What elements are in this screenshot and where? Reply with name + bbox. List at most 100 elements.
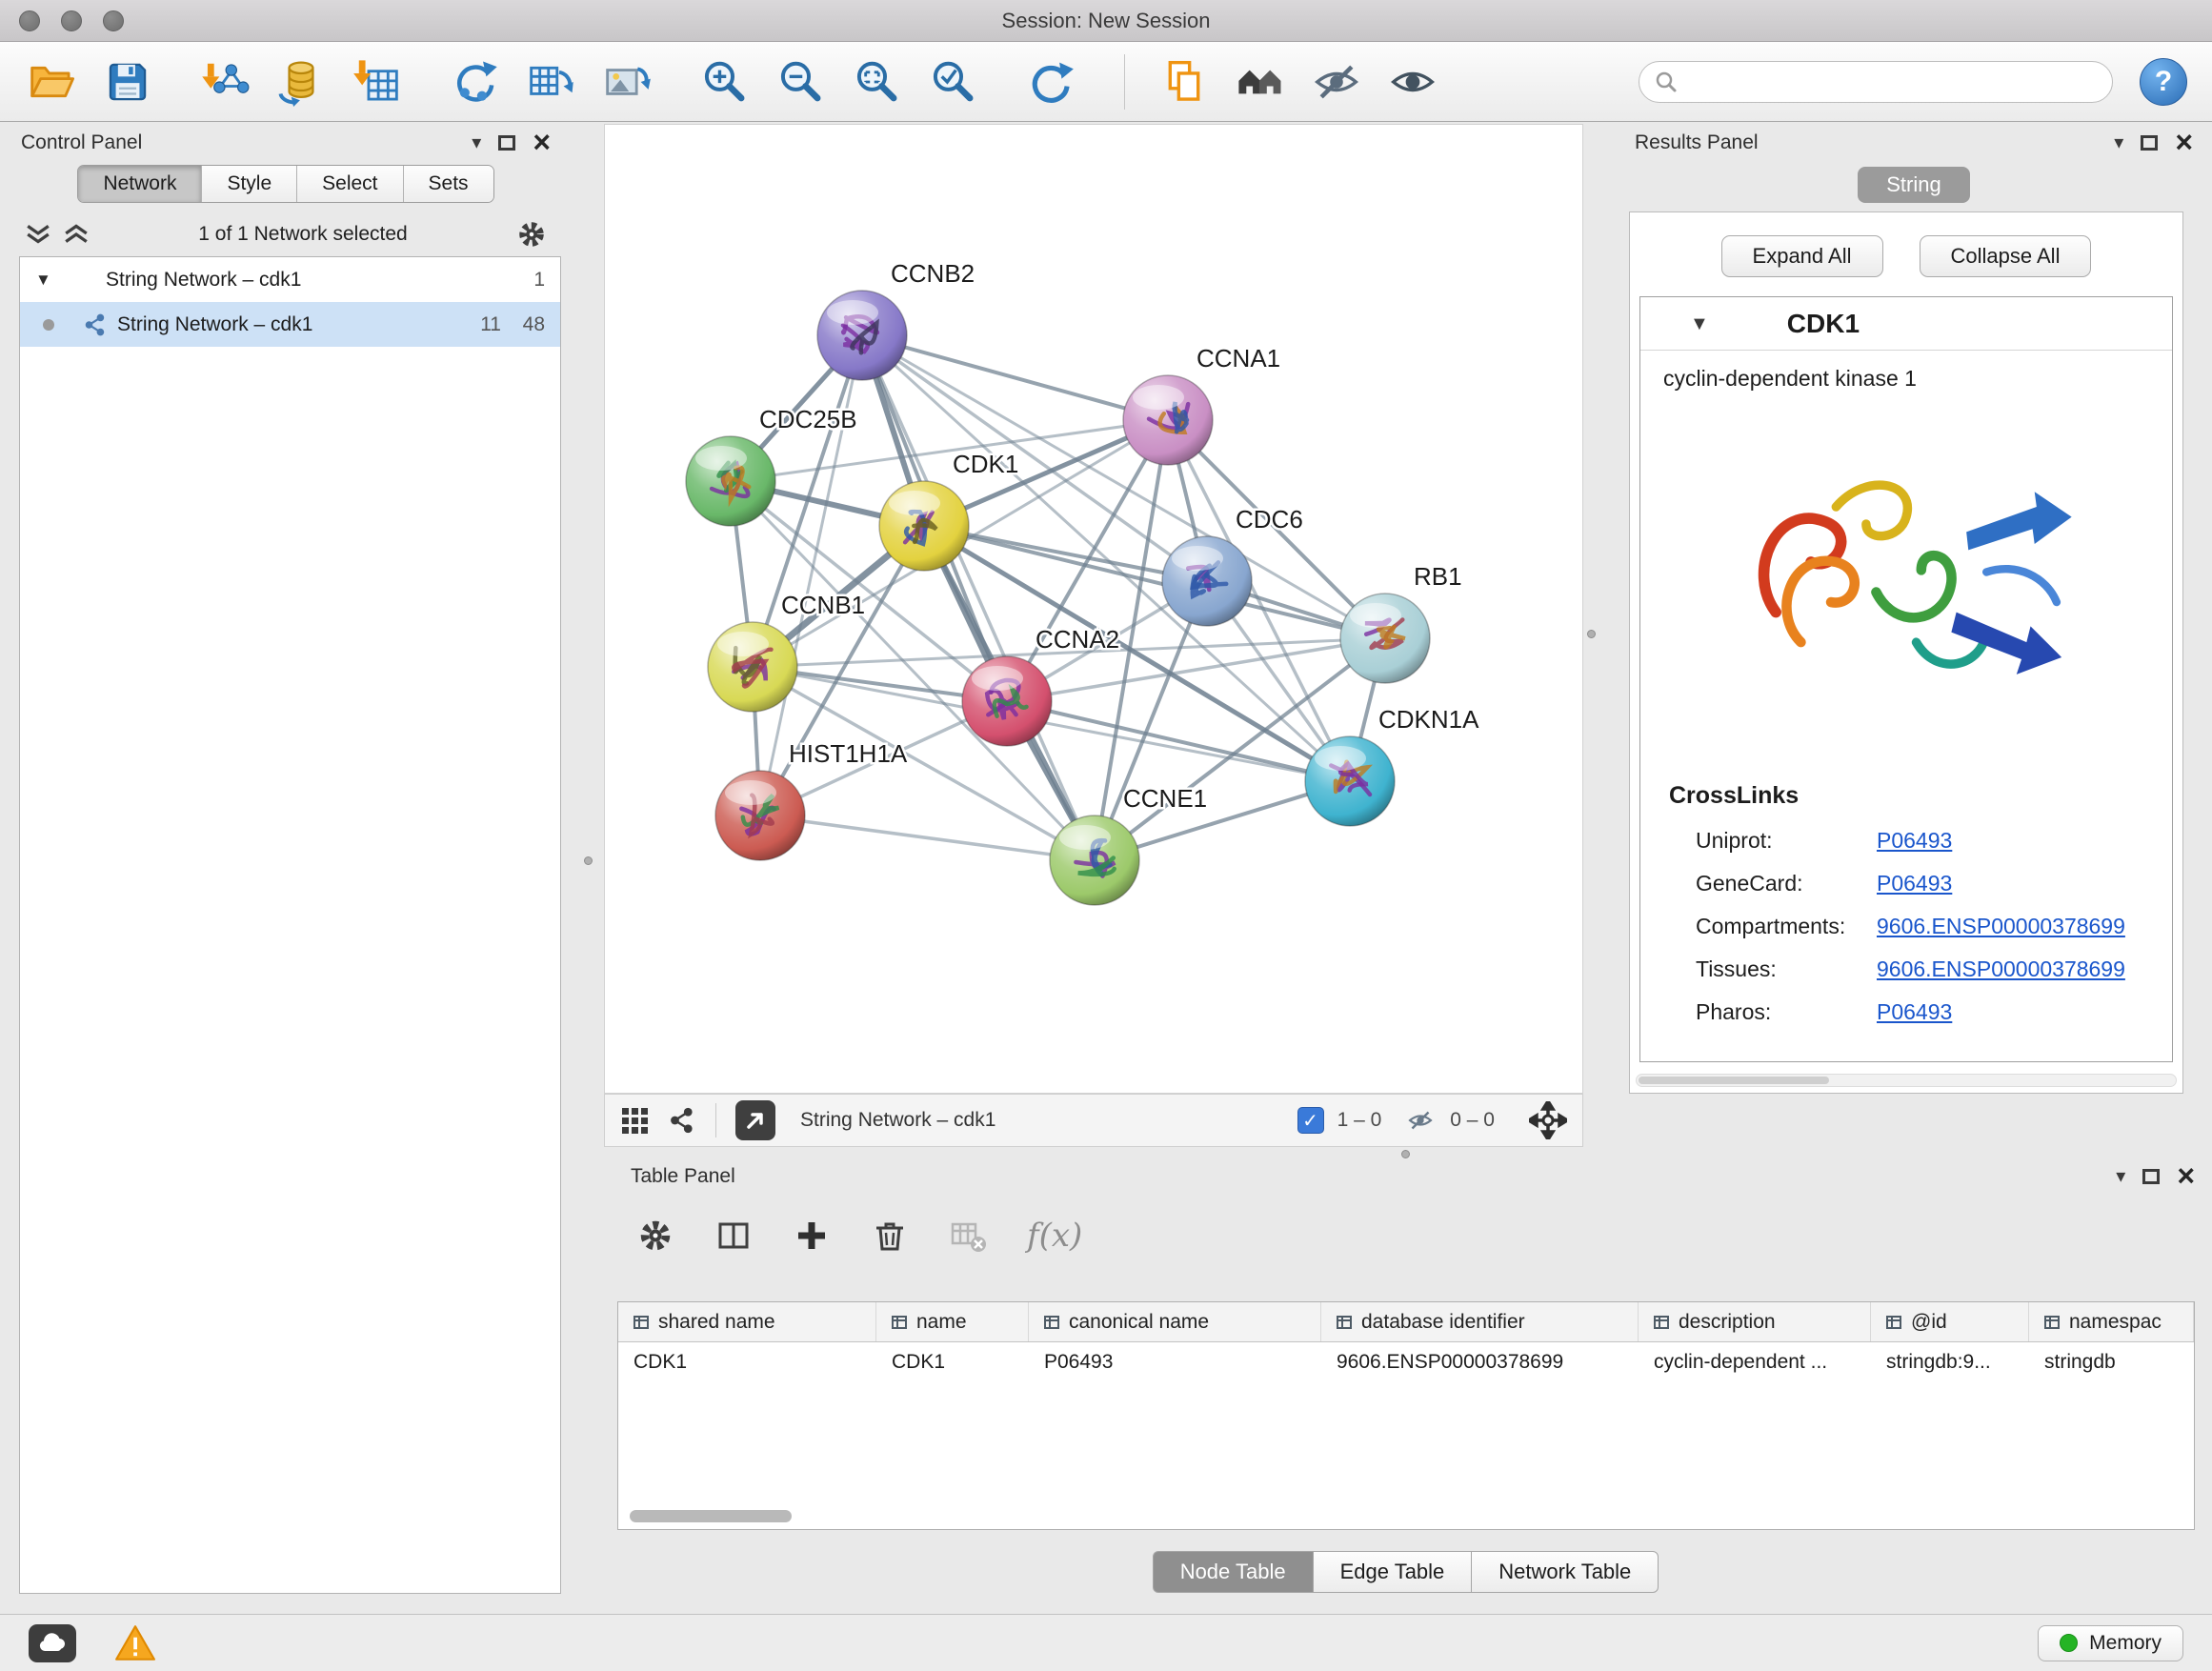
panel-float-icon[interactable]: [2141, 135, 2158, 151]
network-row-selected[interactable]: String Network – cdk1 11 48: [20, 302, 560, 347]
import-table-button[interactable]: [351, 55, 404, 109]
panel-close-icon[interactable]: ×: [2177, 1164, 2195, 1189]
cell-namespace[interactable]: stringdb: [2029, 1342, 2194, 1382]
network-node-CCNE1[interactable]: CCNE1: [1050, 784, 1207, 905]
collapse-all-button[interactable]: Collapse All: [1920, 235, 2092, 277]
zoom-window-button[interactable]: [103, 10, 124, 31]
minimize-window-button[interactable]: [61, 10, 82, 31]
tab-node-table[interactable]: Node Table: [1153, 1551, 1314, 1593]
table-row[interactable]: CDK1 CDK1 P06493 9606.ENSP00000378699 cy…: [618, 1342, 2194, 1382]
copy-button[interactable]: [1157, 55, 1211, 109]
network-tools-button[interactable]: [448, 55, 501, 109]
column-header-namespace[interactable]: namespac: [2029, 1302, 2194, 1341]
cell-shared-name[interactable]: CDK1: [618, 1342, 876, 1382]
panel-float-icon[interactable]: [2142, 1169, 2160, 1184]
search-field[interactable]: [1639, 61, 2113, 103]
tab-edge-table[interactable]: Edge Table: [1313, 1551, 1473, 1593]
zoom-fit-button[interactable]: [850, 55, 903, 109]
column-header-name[interactable]: name: [876, 1302, 1029, 1341]
add-column-icon[interactable]: [793, 1217, 831, 1255]
results-tab-string[interactable]: String: [1858, 167, 1970, 203]
selected-nodes-checkbox[interactable]: ✓: [1297, 1107, 1324, 1134]
bundled-apps-button[interactable]: [1234, 55, 1287, 109]
network-node-CDKN1A[interactable]: CDKN1A: [1305, 705, 1479, 826]
export-image-button[interactable]: [600, 55, 654, 109]
section-expander-icon[interactable]: ▼: [1690, 314, 1709, 333]
collapse-all-icon[interactable]: [25, 224, 51, 245]
crosslink-link[interactable]: P06493: [1877, 999, 1952, 1025]
expand-all-button[interactable]: Expand All: [1721, 235, 1883, 277]
column-header-id[interactable]: @id: [1871, 1302, 2029, 1341]
panel-float-icon[interactable]: [498, 135, 515, 151]
results-horizontal-scrollbar[interactable]: [1636, 1074, 2177, 1087]
zoom-out-button[interactable]: [774, 55, 827, 109]
network-node-CDC25B[interactable]: CDC25B: [686, 405, 857, 526]
gene-section-header[interactable]: ▼ CDK1: [1640, 297, 2172, 351]
cell-description[interactable]: cyclin-dependent ...: [1639, 1342, 1871, 1382]
panel-menu-icon[interactable]: ▾: [472, 133, 481, 152]
crosslink-link[interactable]: P06493: [1877, 828, 1952, 854]
cell-id[interactable]: stringdb:9...: [1871, 1342, 2029, 1382]
network-edge-CCNB2-CCNE1[interactable]: [862, 335, 1095, 860]
cloud-status-button[interactable]: [29, 1624, 76, 1662]
hide-selected-button[interactable]: [1310, 55, 1363, 109]
column-header-canonical-name[interactable]: canonical name: [1029, 1302, 1321, 1341]
panel-close-icon[interactable]: ×: [2175, 131, 2193, 155]
table-horizontal-scrollbar[interactable]: [630, 1510, 792, 1522]
grid-view-icon[interactable]: [620, 1106, 649, 1135]
cell-name[interactable]: CDK1: [876, 1342, 1029, 1382]
save-session-button[interactable]: [101, 55, 154, 109]
tab-sets[interactable]: Sets: [404, 166, 493, 202]
network-canvas[interactable]: CCNB2CCNA1CDC25BCDK1CDC6RB1CCNB1CCNA2CDK…: [605, 125, 1582, 1093]
network-node-CCNB1[interactable]: CCNB1: [708, 591, 865, 712]
warning-icon[interactable]: [114, 1624, 156, 1662]
hidden-eye-icon[interactable]: [1404, 1107, 1437, 1134]
import-network-database-button[interactable]: [274, 55, 328, 109]
cell-database-identifier[interactable]: 9606.ENSP00000378699: [1321, 1342, 1639, 1382]
tab-network[interactable]: Network: [78, 166, 202, 202]
open-session-button[interactable]: [25, 55, 78, 109]
crosslink-link[interactable]: 9606.ENSP00000378699: [1877, 914, 2125, 939]
network-node-HIST1H1A[interactable]: HIST1H1A: [715, 739, 908, 860]
network-edge-HIST1H1A-CCNE1[interactable]: [760, 815, 1095, 860]
show-columns-icon[interactable]: [714, 1217, 753, 1255]
bottom-splitter-handle[interactable]: [1401, 1150, 1410, 1158]
network-node-RB1[interactable]: RB1: [1340, 562, 1462, 683]
import-network-file-button[interactable]: [198, 55, 251, 109]
right-splitter-handle[interactable]: [1587, 630, 1596, 638]
network-node-CCNA1[interactable]: CCNA1: [1123, 344, 1280, 465]
close-window-button[interactable]: [19, 10, 40, 31]
network-node-CDC6[interactable]: CDC6: [1162, 505, 1303, 626]
zoom-in-button[interactable]: [697, 55, 751, 109]
search-input[interactable]: [1687, 62, 2097, 102]
tab-select[interactable]: Select: [297, 166, 403, 202]
network-edge-CCNA2-CDKN1A[interactable]: [1007, 701, 1350, 781]
column-header-shared-name[interactable]: shared name: [618, 1302, 876, 1341]
tree-expander-icon[interactable]: ▼: [35, 271, 64, 290]
memory-button[interactable]: Memory: [2038, 1625, 2183, 1661]
panel-close-icon[interactable]: ×: [533, 131, 551, 155]
help-button[interactable]: ?: [2140, 58, 2187, 106]
crosslink-link[interactable]: P06493: [1877, 871, 1952, 896]
network-node-CDK1[interactable]: CDK1: [879, 450, 1018, 571]
column-header-description[interactable]: description: [1639, 1302, 1871, 1341]
expand-all-icon[interactable]: [63, 224, 90, 245]
open-network-in-window-button[interactable]: [735, 1100, 775, 1140]
panel-menu-icon[interactable]: ▾: [2114, 133, 2123, 152]
cell-canonical-name[interactable]: P06493: [1029, 1342, 1321, 1382]
network-collection-row[interactable]: ▼ String Network – cdk1 1: [20, 257, 560, 302]
delete-column-trash-icon[interactable]: [871, 1217, 909, 1255]
gear-icon[interactable]: [516, 219, 547, 250]
fit-content-crosshair-icon[interactable]: [1529, 1101, 1567, 1139]
tab-network-table[interactable]: Network Table: [1471, 1551, 1659, 1593]
zoom-selected-button[interactable]: [926, 55, 979, 109]
refresh-view-button[interactable]: [1023, 55, 1076, 109]
tab-style[interactable]: Style: [202, 166, 297, 202]
show-all-button[interactable]: [1386, 55, 1439, 109]
network-overview-icon[interactable]: [668, 1106, 696, 1135]
column-header-database-identifier[interactable]: database identifier: [1321, 1302, 1639, 1341]
panel-menu-icon[interactable]: ▾: [2116, 1167, 2125, 1186]
network-from-table-button[interactable]: [524, 55, 577, 109]
table-settings-gear-icon[interactable]: [636, 1217, 674, 1255]
left-splitter-handle[interactable]: [584, 856, 593, 865]
